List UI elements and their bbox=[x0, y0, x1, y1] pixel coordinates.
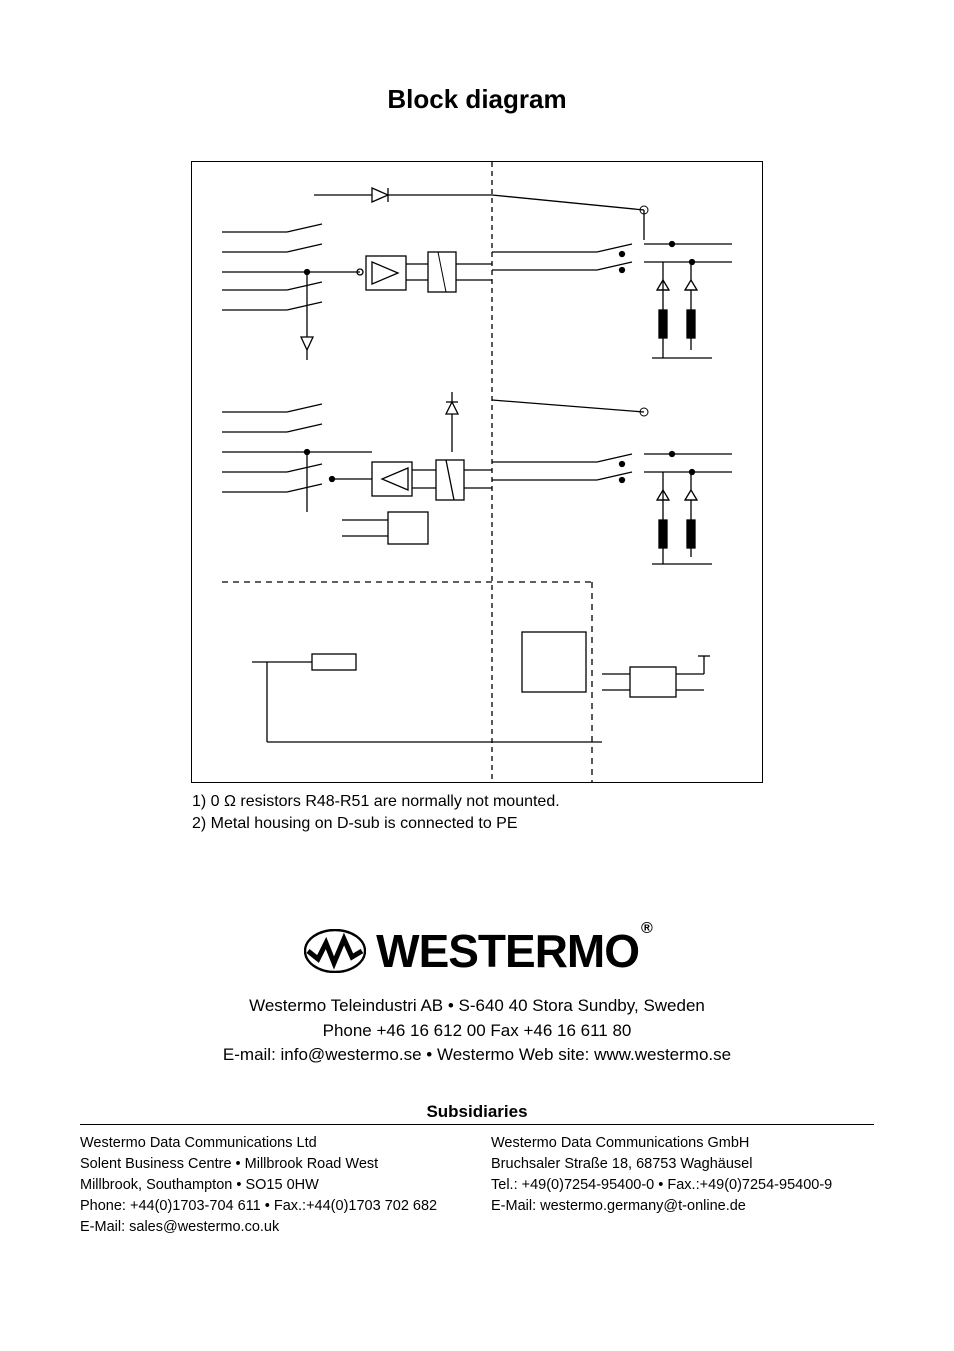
hq-line2: Phone +46 16 612 00 Fax +46 16 611 80 bbox=[80, 1019, 874, 1044]
diagram-notes: 1) 0 Ω resistors R48-R51 are normally no… bbox=[192, 791, 762, 834]
sub-de-email: E-Mail: westermo.germany@t-online.de bbox=[491, 1196, 874, 1217]
sub-de-addr1: Bruchsaler Straße 18, 68753 Waghäusel bbox=[491, 1154, 874, 1175]
page-title: Block diagram bbox=[80, 84, 874, 115]
divider bbox=[80, 1124, 874, 1125]
sub-uk-name: Westermo Data Communications Ltd bbox=[80, 1133, 463, 1154]
subsidiary-de: Westermo Data Communications GmbH Bruchs… bbox=[463, 1133, 874, 1238]
sub-uk-email: E-Mail: sales@westermo.co.uk bbox=[80, 1217, 463, 1238]
subsidiaries: Westermo Data Communications Ltd Solent … bbox=[80, 1133, 874, 1238]
hq-line3: E-mail: info@westermo.se • Westermo Web … bbox=[80, 1043, 874, 1068]
sub-de-name: Westermo Data Communications GmbH bbox=[491, 1133, 874, 1154]
note-1: 1) 0 Ω resistors R48-R51 are normally no… bbox=[192, 791, 762, 813]
sub-uk-phone: Phone: +44(0)1703-704 611 • Fax.:+44(0)1… bbox=[80, 1196, 463, 1217]
hq-line1: Westermo Teleindustri AB • S-640 40 Stor… bbox=[80, 994, 874, 1019]
brand-logo: Westermo® bbox=[80, 924, 874, 978]
sub-uk-addr1: Solent Business Centre • Millbrook Road … bbox=[80, 1154, 463, 1175]
logo-icon bbox=[304, 929, 366, 973]
note-2: 2) Metal housing on D-sub is connected t… bbox=[192, 813, 762, 835]
hq-contact: Westermo Teleindustri AB • S-640 40 Stor… bbox=[80, 994, 874, 1068]
block-diagram bbox=[191, 161, 763, 783]
subsidiary-uk: Westermo Data Communications Ltd Solent … bbox=[80, 1133, 463, 1238]
subsidiaries-heading: Subsidiaries bbox=[80, 1102, 874, 1122]
sub-uk-addr2: Millbrook, Southampton • SO15 0HW bbox=[80, 1175, 463, 1196]
logo-text: Westermo® bbox=[376, 924, 650, 978]
sub-de-phone: Tel.: +49(0)7254-95400-0 • Fax.:+49(0)72… bbox=[491, 1175, 874, 1196]
